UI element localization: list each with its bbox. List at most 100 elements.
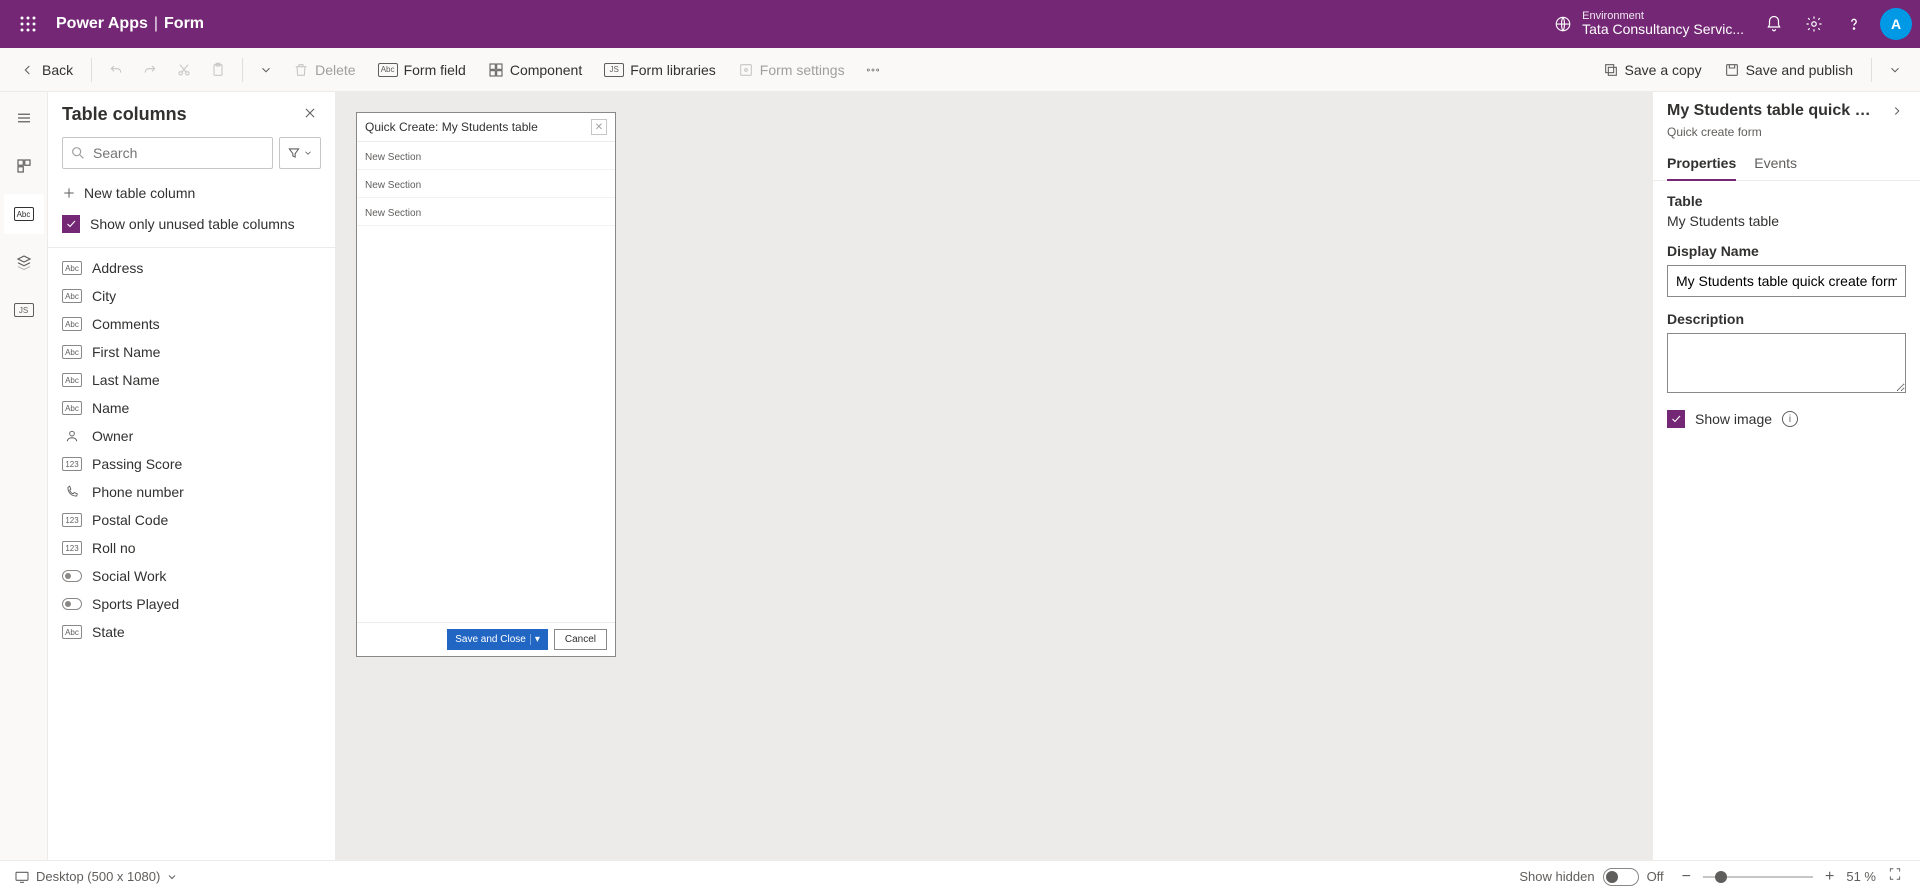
back-label: Back: [42, 62, 73, 78]
left-panel-close[interactable]: [299, 102, 321, 127]
environment-picker[interactable]: Environment Tata Consultancy Servic...: [1554, 10, 1754, 37]
zoom-value: 51 %: [1846, 869, 1876, 884]
column-item[interactable]: AbcLast Name: [48, 366, 335, 394]
column-name: Address: [92, 260, 143, 276]
tab-properties[interactable]: Properties: [1667, 147, 1736, 181]
form-preview-title: Quick Create: My Students table: [365, 120, 538, 134]
column-name: First Name: [92, 344, 160, 360]
show-unused-checkbox[interactable]: [62, 215, 80, 233]
table-value: My Students table: [1667, 213, 1906, 229]
cancel-button[interactable]: Cancel: [554, 629, 607, 650]
column-name: Phone number: [92, 484, 184, 500]
column-item[interactable]: Owner: [48, 422, 335, 450]
new-table-column[interactable]: New table column: [48, 179, 335, 207]
rail-tree-icon[interactable]: [4, 242, 44, 282]
form-field-button[interactable]: Abc Form field: [368, 54, 476, 86]
form-preview-close[interactable]: ✕: [591, 119, 607, 135]
more-commands[interactable]: [857, 54, 889, 86]
back-button[interactable]: Back: [10, 54, 83, 86]
column-item[interactable]: AbcFirst Name: [48, 338, 335, 366]
page-name: Form: [164, 15, 204, 33]
column-name: Social Work: [92, 568, 166, 584]
save-publish-button[interactable]: Save and publish: [1714, 54, 1863, 86]
column-item[interactable]: Phone number: [48, 478, 335, 506]
properties-collapse[interactable]: [1888, 102, 1906, 123]
column-name: Passing Score: [92, 456, 182, 472]
rail-js-icon[interactable]: JS: [4, 290, 44, 330]
display-name-input[interactable]: [1667, 265, 1906, 297]
column-name: Owner: [92, 428, 133, 444]
undo-button[interactable]: [100, 54, 132, 86]
form-preview[interactable]: Quick Create: My Students table ✕ New Se…: [356, 112, 616, 657]
column-name: Last Name: [92, 372, 160, 388]
save-publish-dropdown[interactable]: [1880, 54, 1910, 86]
settings-icon[interactable]: [1794, 0, 1834, 48]
notifications-icon[interactable]: [1754, 0, 1794, 48]
save-copy-button[interactable]: Save a copy: [1593, 54, 1712, 86]
device-selector[interactable]: Desktop (500 x 1080): [14, 869, 178, 885]
component-label: Component: [510, 62, 582, 78]
form-settings-button[interactable]: Form settings: [728, 54, 855, 86]
form-section[interactable]: New Section: [357, 198, 615, 226]
column-item[interactable]: AbcAddress: [48, 254, 335, 282]
column-item[interactable]: AbcName: [48, 394, 335, 422]
help-icon[interactable]: [1834, 0, 1874, 48]
save-and-close-label: Save and Close: [455, 634, 526, 645]
description-input[interactable]: [1667, 333, 1906, 393]
properties-title: My Students table quick cre...: [1667, 102, 1877, 120]
column-name: State: [92, 624, 125, 640]
column-item[interactable]: Social Work: [48, 562, 335, 590]
app-launcher[interactable]: [8, 0, 48, 48]
column-item[interactable]: AbcComments: [48, 310, 335, 338]
column-name: Postal Code: [92, 512, 168, 528]
redo-button[interactable]: [134, 54, 166, 86]
column-name: Sports Played: [92, 596, 179, 612]
environment-label: Environment: [1582, 10, 1744, 22]
save-and-close-button[interactable]: Save and Close ▾: [447, 629, 548, 650]
save-and-close-dropdown[interactable]: ▾: [530, 634, 540, 645]
zoom-out-button[interactable]: −: [1678, 868, 1695, 886]
column-item[interactable]: 123Roll no: [48, 534, 335, 562]
zoom-fit-button[interactable]: [1884, 867, 1906, 886]
avatar-letter: A: [1891, 16, 1901, 32]
show-unused-label: Show only unused table columns: [90, 216, 295, 232]
rail-hamburger[interactable]: [4, 98, 44, 138]
tab-events[interactable]: Events: [1754, 147, 1797, 180]
form-section[interactable]: New Section: [357, 170, 615, 198]
show-image-label: Show image: [1695, 411, 1772, 427]
column-name: Roll no: [92, 540, 136, 556]
column-name: Name: [92, 400, 129, 416]
zoom-in-button[interactable]: +: [1821, 868, 1838, 886]
add-dropdown[interactable]: [251, 54, 281, 86]
form-settings-label: Form settings: [760, 62, 845, 78]
app-title: Power Apps | Form: [48, 15, 204, 33]
display-name-label: Display Name: [1667, 243, 1906, 259]
paste-button[interactable]: [202, 54, 234, 86]
delete-label: Delete: [315, 62, 355, 78]
column-item[interactable]: AbcState: [48, 618, 335, 646]
zoom-slider[interactable]: [1703, 876, 1813, 878]
search-input[interactable]: [62, 137, 273, 169]
description-label: Description: [1667, 311, 1906, 327]
info-icon[interactable]: i: [1782, 411, 1798, 427]
table-label: Table: [1667, 193, 1906, 209]
show-hidden-toggle[interactable]: [1603, 868, 1639, 886]
cut-button[interactable]: [168, 54, 200, 86]
save-copy-label: Save a copy: [1625, 62, 1702, 78]
column-item[interactable]: 123Passing Score: [48, 450, 335, 478]
account-avatar[interactable]: A: [1880, 8, 1912, 40]
form-libraries-button[interactable]: JS Form libraries: [594, 54, 726, 86]
save-publish-label: Save and publish: [1746, 62, 1853, 78]
app-name: Power Apps: [56, 15, 148, 33]
rail-columns-icon[interactable]: Abc: [4, 194, 44, 234]
search-icon: [70, 145, 86, 161]
form-section[interactable]: New Section: [357, 142, 615, 170]
column-item[interactable]: 123Postal Code: [48, 506, 335, 534]
delete-button[interactable]: Delete: [283, 54, 365, 86]
show-image-checkbox[interactable]: [1667, 410, 1685, 428]
rail-components-icon[interactable]: [4, 146, 44, 186]
filter-button[interactable]: [279, 137, 321, 169]
column-item[interactable]: Sports Played: [48, 590, 335, 618]
column-item[interactable]: AbcCity: [48, 282, 335, 310]
component-button[interactable]: Component: [478, 54, 592, 86]
